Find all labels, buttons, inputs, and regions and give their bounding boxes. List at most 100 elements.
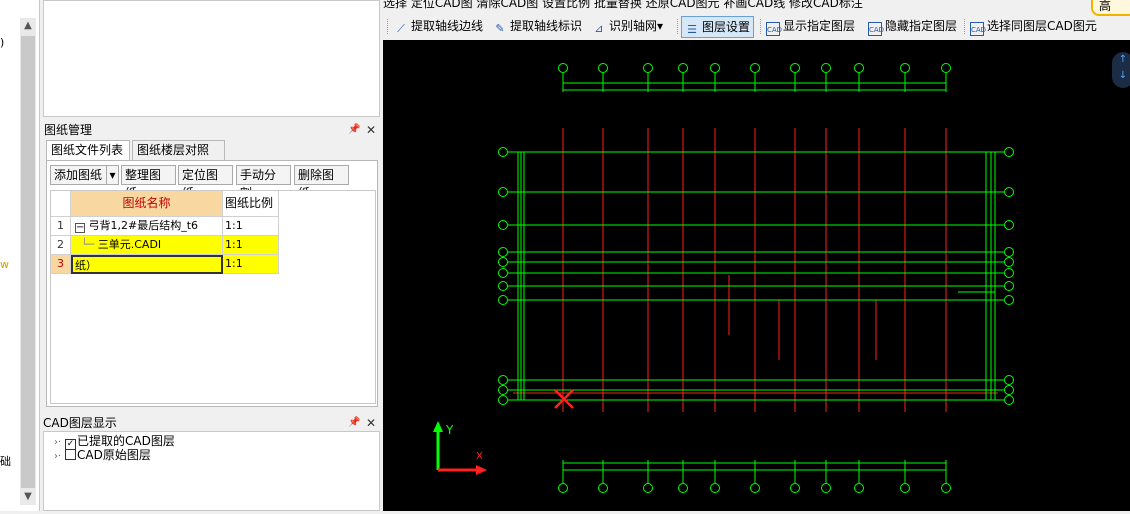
manual-split-button[interactable]: 手动分割: [236, 165, 291, 200]
left-side-panel: ) w 础 ▲ ▼: [0, 0, 40, 511]
axis-x-label: X: [476, 451, 483, 462]
drawing-panel-title: 图纸管理 📌 ✕: [43, 122, 380, 138]
scroll-up-icon[interactable]: ▲: [20, 18, 36, 34]
cad-canvas[interactable]: Y X ↑ ↓: [383, 40, 1130, 511]
table-row[interactable]: − 弓背1,2#最后结构_t6: [71, 217, 223, 236]
axis-bubble-left: [498, 187, 508, 197]
checkbox-unchecked-icon[interactable]: [65, 449, 77, 460]
toolbar-separator: [760, 19, 761, 34]
left-scrollbar[interactable]: ▲ ▼: [20, 18, 36, 505]
axis-bubble-top: [900, 63, 910, 73]
extract-axis-edge-button[interactable]: ⟋ 提取轴线边线: [391, 16, 486, 38]
cad-drawing[interactable]: Y X: [383, 40, 1130, 511]
axis-bubble-left: [498, 247, 508, 257]
column-header-scale[interactable]: 图纸比例: [223, 191, 279, 217]
drawing-scale[interactable]: 1:1: [223, 217, 279, 236]
axis-bubble-left: [498, 257, 508, 267]
layer-tree-item[interactable]: ›· CAD原始图层: [54, 448, 151, 464]
tree-connector: └─: [81, 238, 95, 251]
axis-bubble-left: [498, 268, 508, 278]
axis-bubble-bottom: [821, 483, 831, 493]
axis-bubble-right: [1004, 268, 1014, 278]
axis-bubble-left: [498, 395, 508, 405]
expand-arrow-icon[interactable]: ›·: [54, 451, 61, 462]
toolbar-separator: [964, 19, 965, 34]
scroll-down-icon[interactable]: ▼: [20, 489, 36, 505]
close-icon[interactable]: ✕: [366, 415, 376, 431]
close-icon[interactable]: ✕: [366, 122, 376, 138]
axis-bubble-right: [1004, 385, 1014, 395]
axis-bubble-bottom: [710, 483, 720, 493]
show-layer-button[interactable]: CAD显示指定图层: [763, 16, 858, 38]
identify-grid-icon: ⊿: [594, 22, 604, 35]
extract-edge-icon: ⟋: [397, 22, 405, 35]
axis-bubble-top: [643, 63, 653, 73]
axis-bubbles: [498, 63, 1014, 493]
axis-bubble-right: [1004, 220, 1014, 230]
left-text-fragment: w: [0, 258, 9, 271]
axis-bubble-top: [558, 63, 568, 73]
layer-tree: ›· ✓ 已提取的CAD图层 ›· CAD原始图层: [43, 431, 380, 511]
left-text-fragment: 础: [0, 455, 11, 468]
select-same-layer-button[interactable]: CAD选择同图层CAD图元: [967, 16, 1100, 38]
scrollbar-thumb[interactable]: [21, 36, 35, 488]
tab-floor-mapping[interactable]: 图纸楼层对照表: [132, 140, 225, 176]
ribbon-toolbar: 选择 定位CAD图 清除CAD图 设置比例 批量替换 还原CAD图元 补画CAD…: [383, 0, 1130, 40]
axis-bubble-top: [854, 63, 864, 73]
drawing-name: 弓背1,2#最后结构_t6: [88, 219, 199, 232]
collapse-icon[interactable]: −: [75, 223, 85, 233]
column-header-name[interactable]: 图纸名称: [71, 191, 223, 217]
axis-bubble-top: [750, 63, 760, 73]
axis-bubble-right: [1004, 395, 1014, 405]
layer-settings-button[interactable]: ☰ 图层设置: [681, 16, 755, 38]
layer-label: CAD原始图层: [77, 448, 151, 462]
add-drawing-button[interactable]: 添加图纸: [50, 165, 107, 185]
organize-drawing-button[interactable]: 整理图纸: [121, 165, 176, 200]
panel-title-text: 图纸管理: [44, 123, 93, 137]
axis-bubble-top: [710, 63, 720, 73]
button-label: 识别轴网: [609, 19, 658, 33]
layer-panel-title: CAD图层显示 📌 ✕: [43, 415, 380, 431]
axis-bubble-top: [678, 63, 688, 73]
table-row[interactable]: └─ 三单元.CADI: [71, 236, 223, 255]
axis-bubble-left: [498, 295, 508, 305]
extract-label-icon: ✎: [495, 22, 505, 35]
cad-badge-icon: CAD: [868, 22, 884, 36]
delete-drawing-button[interactable]: 删除图纸: [294, 165, 349, 200]
ucs-axis-icon: Y X: [433, 421, 487, 475]
axis-bubble-bottom: [900, 483, 910, 493]
drawing-name: 三单元.CADI: [97, 238, 162, 251]
red-column-lines: [513, 128, 998, 412]
axis-bubble-top: [598, 63, 608, 73]
expand-arrow-icon[interactable]: ›·: [54, 437, 61, 448]
axis-bubble-top: [941, 63, 951, 73]
hide-layer-button[interactable]: CAD隐藏指定图层: [865, 16, 960, 38]
axis-bubble-right: [1004, 295, 1014, 305]
locate-drawing-button[interactable]: 定位图纸: [178, 165, 233, 200]
button-label: 提取轴线标识: [510, 19, 583, 33]
extract-axis-label-button[interactable]: ✎ 提取轴线标识: [490, 16, 585, 38]
axis-bubble-left: [498, 375, 508, 385]
tab-drawing-files[interactable]: 图纸文件列表: [46, 140, 130, 160]
user-button[interactable]: 高: [1091, 0, 1130, 16]
cad-badge-icon: CAD: [766, 22, 782, 36]
property-panel: [43, 0, 380, 117]
identify-grid-button[interactable]: ⊿ 识别轴网▾: [589, 16, 666, 38]
add-drawing-dropdown[interactable]: ▾: [106, 165, 119, 185]
button-label: 显示指定图层: [783, 19, 856, 33]
pin-icon[interactable]: 📌: [348, 415, 360, 431]
axis-bubble-right: [1004, 281, 1014, 291]
axis-bubble-bottom: [941, 483, 951, 493]
toolbar-top-row[interactable]: 选择 定位CAD图 清除CAD图 设置比例 批量替换 还原CAD图元 补画CAD…: [383, 0, 863, 11]
chevron-down-icon[interactable]: ▾: [657, 19, 663, 33]
axis-bubble-right: [1004, 187, 1014, 197]
cad-badge-icon: CAD: [970, 22, 986, 36]
pin-icon[interactable]: 📌: [348, 122, 360, 138]
drawing-scale[interactable]: 1:1: [223, 255, 279, 274]
axis-bubble-left: [498, 220, 508, 230]
row-number: 2: [51, 236, 71, 255]
nav-arrows-icon[interactable]: ↑ ↓: [1112, 52, 1130, 84]
view-navigation-control[interactable]: ↑ ↓: [1112, 52, 1130, 88]
table-row-editing[interactable]: 纸）: [71, 255, 223, 274]
drawing-scale[interactable]: 1:1: [223, 236, 279, 255]
